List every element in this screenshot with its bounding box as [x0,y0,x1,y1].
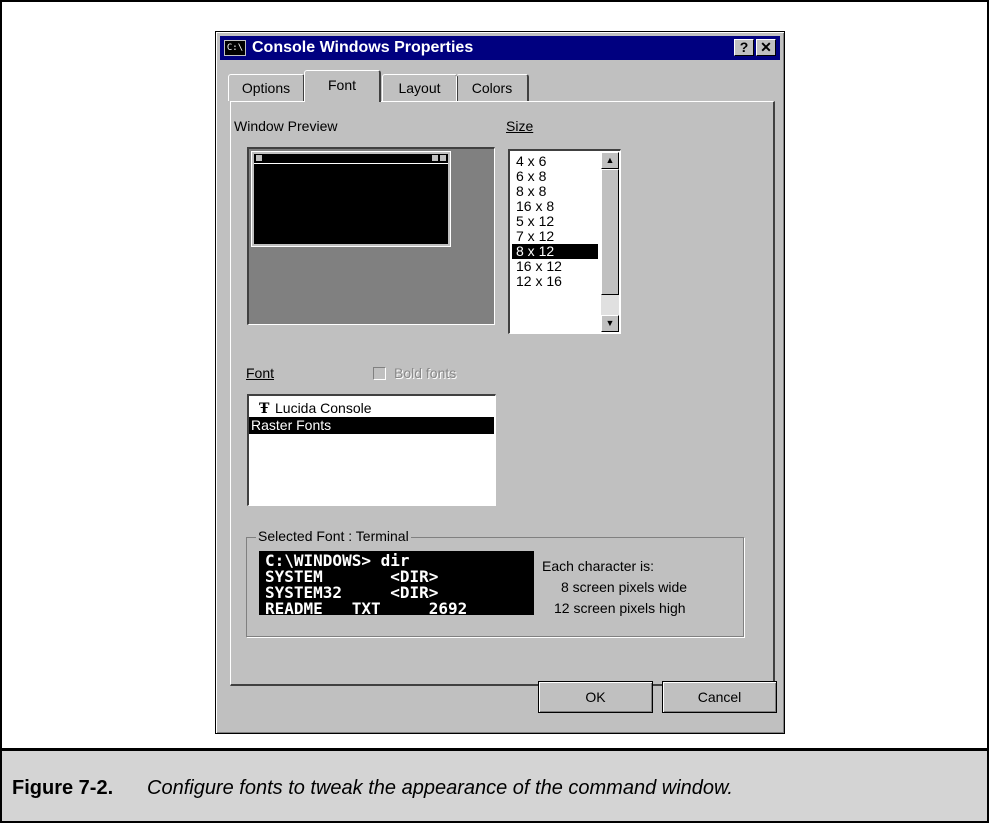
font-option-label: Lucida Console [275,400,372,416]
bold-fonts-label: Bold fonts [394,365,457,381]
help-button[interactable]: ? [734,39,754,56]
size-listbox[interactable]: 4 x 6 6 x 8 8 x 8 16 x 8 5 x 12 7 x 12 8… [508,149,621,334]
size-option[interactable]: 7 x 12 [512,229,598,244]
font-preview: C:\WINDOWS> dir SYSTEM <DIR> SYSTEM32 <D… [259,551,534,615]
properties-dialog: C:\ Console Windows Properties ? ✕ Optio… [215,31,785,734]
font-option[interactable]: Ŧ Lucida Console [249,400,494,417]
char-width-text: 8 screen pixels wide [561,579,688,595]
dialog-title: Console Windows Properties [252,39,474,56]
size-option[interactable]: 6 x 8 [512,169,598,184]
mini-close-icon [440,155,446,161]
char-desc-heading: Each character is: [542,558,655,574]
tab-colors[interactable]: Colors [456,74,529,101]
size-option[interactable]: 5 x 12 [512,214,598,229]
mini-title-bar [254,154,448,164]
scroll-thumb[interactable] [601,169,619,295]
size-scrollbar[interactable]: ▲ ▼ [601,152,619,332]
tab-layout[interactable]: Layout [382,74,458,101]
font-listbox[interactable]: Ŧ Lucida Console Raster Fonts [247,394,496,506]
figure-label: Figure 7-2. [12,777,114,799]
size-option-selected[interactable]: 8 x 12 [512,244,598,259]
console-icon: C:\ [224,40,246,56]
font-preview-line: README TXT 2692 [265,599,468,616]
font-label: Font [246,365,275,381]
scroll-up-icon[interactable]: ▲ [601,152,619,169]
tab-options[interactable]: Options [228,74,305,101]
size-option[interactable]: 8 x 8 [512,184,598,199]
figure-frame: C:\ Console Windows Properties ? ✕ Optio… [0,0,989,823]
figure-caption-text: Configure fonts to tweak the appearance … [147,777,733,799]
size-option[interactable]: 16 x 12 [512,259,598,274]
size-option[interactable]: 4 x 6 [512,154,598,169]
truetype-icon: Ŧ [259,401,270,417]
close-button[interactable]: ✕ [756,39,776,56]
bold-fonts-checkbox[interactable] [373,367,386,380]
font-option-selected[interactable]: Raster Fonts [249,417,494,434]
cancel-button[interactable]: Cancel [662,681,777,713]
selected-font-label: Selected Font : Terminal [256,528,411,544]
mini-console-window [251,151,451,247]
window-preview-label: Window Preview [234,118,338,134]
title-bar[interactable]: C:\ Console Windows Properties ? ✕ [220,36,780,60]
mini-system-icon [256,155,262,161]
mini-minimize-icon [432,155,438,161]
scroll-down-icon[interactable]: ▼ [601,315,619,332]
figure-caption: Figure 7-2. Configure fonts to tweak the… [2,748,987,821]
ok-button[interactable]: OK [538,681,653,713]
size-option[interactable]: 12 x 16 [512,274,598,289]
size-option[interactable]: 16 x 8 [512,199,598,214]
font-option-label: Raster Fonts [251,417,332,433]
size-label: Size [506,118,534,134]
window-preview [247,147,495,325]
char-height-text: 12 screen pixels high [554,600,686,616]
tab-font[interactable]: Font [304,70,381,102]
